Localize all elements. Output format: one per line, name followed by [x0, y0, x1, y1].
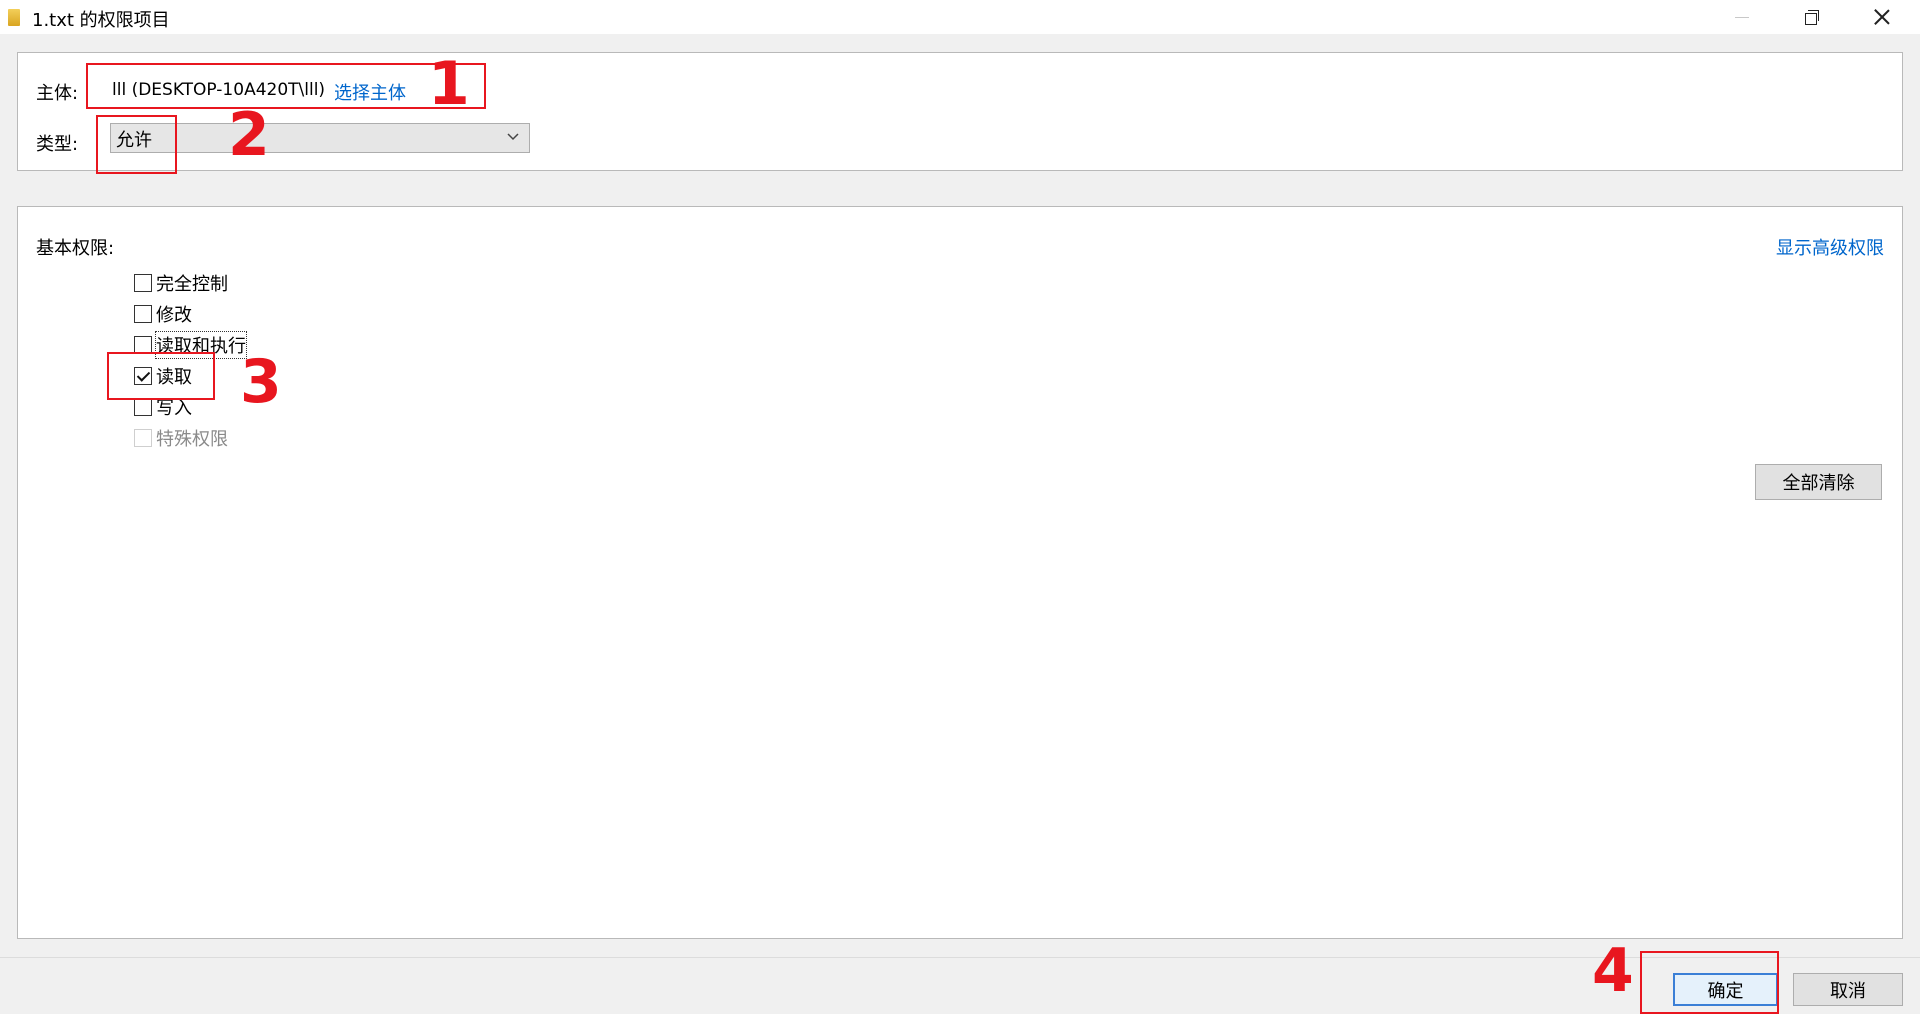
perm-label: 修改	[156, 305, 192, 326]
show-advanced-permissions-link[interactable]: 显示高级权限	[1776, 234, 1884, 260]
basic-permissions-label: 基本权限:	[36, 238, 115, 259]
checkbox[interactable]	[134, 398, 152, 416]
minimize-icon	[1735, 16, 1749, 18]
type-label: 类型:	[36, 134, 79, 155]
annotation-box-4	[1640, 951, 1779, 1014]
folder-icon	[8, 9, 20, 26]
permissions-panel	[17, 206, 1903, 939]
annotation-box-1	[86, 63, 486, 109]
chevron-down-icon	[507, 133, 519, 141]
close-icon	[1874, 9, 1890, 25]
checkbox[interactable]	[134, 274, 152, 292]
minimize-button[interactable]	[1712, 0, 1772, 34]
perm-label: 特殊权限	[156, 429, 228, 450]
perm-modify[interactable]: 修改	[134, 302, 192, 326]
perm-special: 特殊权限	[134, 426, 228, 450]
perm-full-control[interactable]: 完全控制	[134, 271, 228, 295]
annotation-number-1: 1	[428, 49, 470, 119]
checkbox-disabled	[134, 429, 152, 447]
restore-icon	[1805, 10, 1819, 25]
annotation-box-2	[96, 115, 177, 174]
close-button[interactable]	[1852, 0, 1912, 34]
annotation-box-3	[107, 352, 215, 400]
window-title: 1.txt 的权限项目	[32, 10, 170, 31]
title-bar: 1.txt 的权限项目	[0, 0, 1920, 34]
annotation-number-3: 3	[240, 347, 282, 417]
annotation-number-4: 4	[1592, 936, 1634, 1006]
principal-label: 主体:	[36, 83, 79, 104]
annotation-number-2: 2	[228, 100, 270, 170]
clear-all-button[interactable]: 全部清除	[1755, 464, 1882, 500]
checkbox[interactable]	[134, 305, 152, 323]
cancel-button[interactable]: 取消	[1793, 973, 1903, 1006]
perm-label: 完全控制	[156, 274, 228, 295]
restore-button[interactable]	[1782, 0, 1842, 34]
